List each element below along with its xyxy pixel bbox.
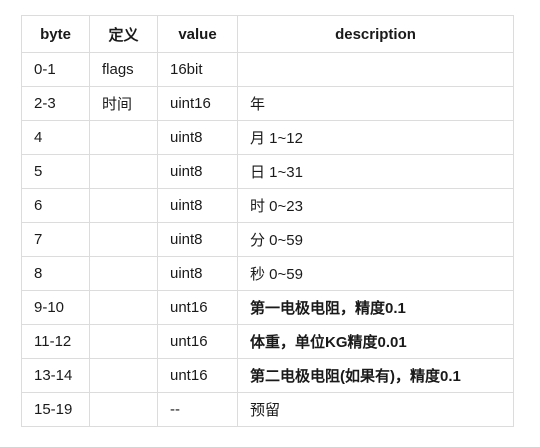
header-description: description: [237, 15, 514, 53]
header-definition: 定义: [89, 15, 158, 53]
cell-value: 16bit: [157, 52, 238, 87]
cell-definition: [89, 392, 158, 427]
cell-value: unt16: [157, 324, 238, 359]
cell-description: 日 1~31: [237, 154, 514, 189]
table-row: 9-10 unt16 第一电极电阻，精度0.1: [21, 290, 514, 325]
table-row: 6 uint8 时 0~23: [21, 188, 514, 223]
table-row: 11-12 unt16 体重，单位KG精度0.01: [21, 324, 514, 359]
cell-description: 月 1~12: [237, 120, 514, 155]
cell-definition: [89, 358, 158, 393]
cell-value: uint8: [157, 154, 238, 189]
cell-definition: flags: [89, 52, 158, 87]
cell-definition: [89, 154, 158, 189]
cell-value: unt16: [157, 290, 238, 325]
cell-value: uint8: [157, 188, 238, 223]
cell-byte: 6: [21, 188, 90, 223]
cell-description: 时 0~23: [237, 188, 514, 223]
cell-description: 年: [237, 86, 514, 121]
cell-byte: 0-1: [21, 52, 90, 87]
cell-description: 秒 0~59: [237, 256, 514, 291]
cell-description: [237, 52, 514, 87]
protocol-table-container: byte 定义 value description 0-1 flags 16bit 2…: [21, 15, 514, 427]
cell-byte: 4: [21, 120, 90, 155]
cell-value: uint16: [157, 86, 238, 121]
cell-value: unt16: [157, 358, 238, 393]
cell-byte: 13-14: [21, 358, 90, 393]
cell-definition: [89, 222, 158, 257]
protocol-table: byte 定义 value description 0-1 flags 16bit 2…: [21, 15, 514, 427]
table-row: 13-14 unt16 第二电极电阻(如果有)，精度0.1: [21, 358, 514, 393]
cell-byte: 7: [21, 222, 90, 257]
table-body: 0-1 flags 16bit 2-3 时间 uint16 年 4 uint8 月 1~12 5 ui…: [21, 52, 514, 427]
cell-description: 体重，单位KG精度0.01: [237, 324, 514, 359]
table-row: 0-1 flags 16bit: [21, 52, 514, 87]
table-row: 5 uint8 日 1~31: [21, 154, 514, 189]
cell-value: uint8: [157, 120, 238, 155]
cell-byte: 8: [21, 256, 90, 291]
cell-value: uint8: [157, 256, 238, 291]
cell-description: 分 0~59: [237, 222, 514, 257]
header-value: value: [157, 15, 238, 53]
cell-byte: 15-19: [21, 392, 90, 427]
cell-value: uint8: [157, 222, 238, 257]
table-row: 15-19 -- 预留: [21, 392, 514, 427]
header-byte: byte: [21, 15, 90, 53]
cell-byte: 2-3: [21, 86, 90, 121]
cell-definition: [89, 188, 158, 223]
cell-definition: [89, 120, 158, 155]
table-row: 8 uint8 秒 0~59: [21, 256, 514, 291]
header-row: byte 定义 value description: [21, 15, 514, 53]
table-row: 7 uint8 分 0~59: [21, 222, 514, 257]
cell-value: --: [157, 392, 238, 427]
cell-description: 预留: [237, 392, 514, 427]
cell-definition: [89, 324, 158, 359]
table-row: 2-3 时间 uint16 年: [21, 86, 514, 121]
cell-description: 第二电极电阻(如果有)，精度0.1: [237, 358, 514, 393]
cell-byte: 11-12: [21, 324, 90, 359]
cell-definition: 时间: [89, 86, 158, 121]
cell-definition: [89, 256, 158, 291]
cell-byte: 5: [21, 154, 90, 189]
table-row: 4 uint8 月 1~12: [21, 120, 514, 155]
table-header: byte 定义 value description: [21, 15, 514, 53]
cell-definition: [89, 290, 158, 325]
cell-byte: 9-10: [21, 290, 90, 325]
cell-description: 第一电极电阻，精度0.1: [237, 290, 514, 325]
